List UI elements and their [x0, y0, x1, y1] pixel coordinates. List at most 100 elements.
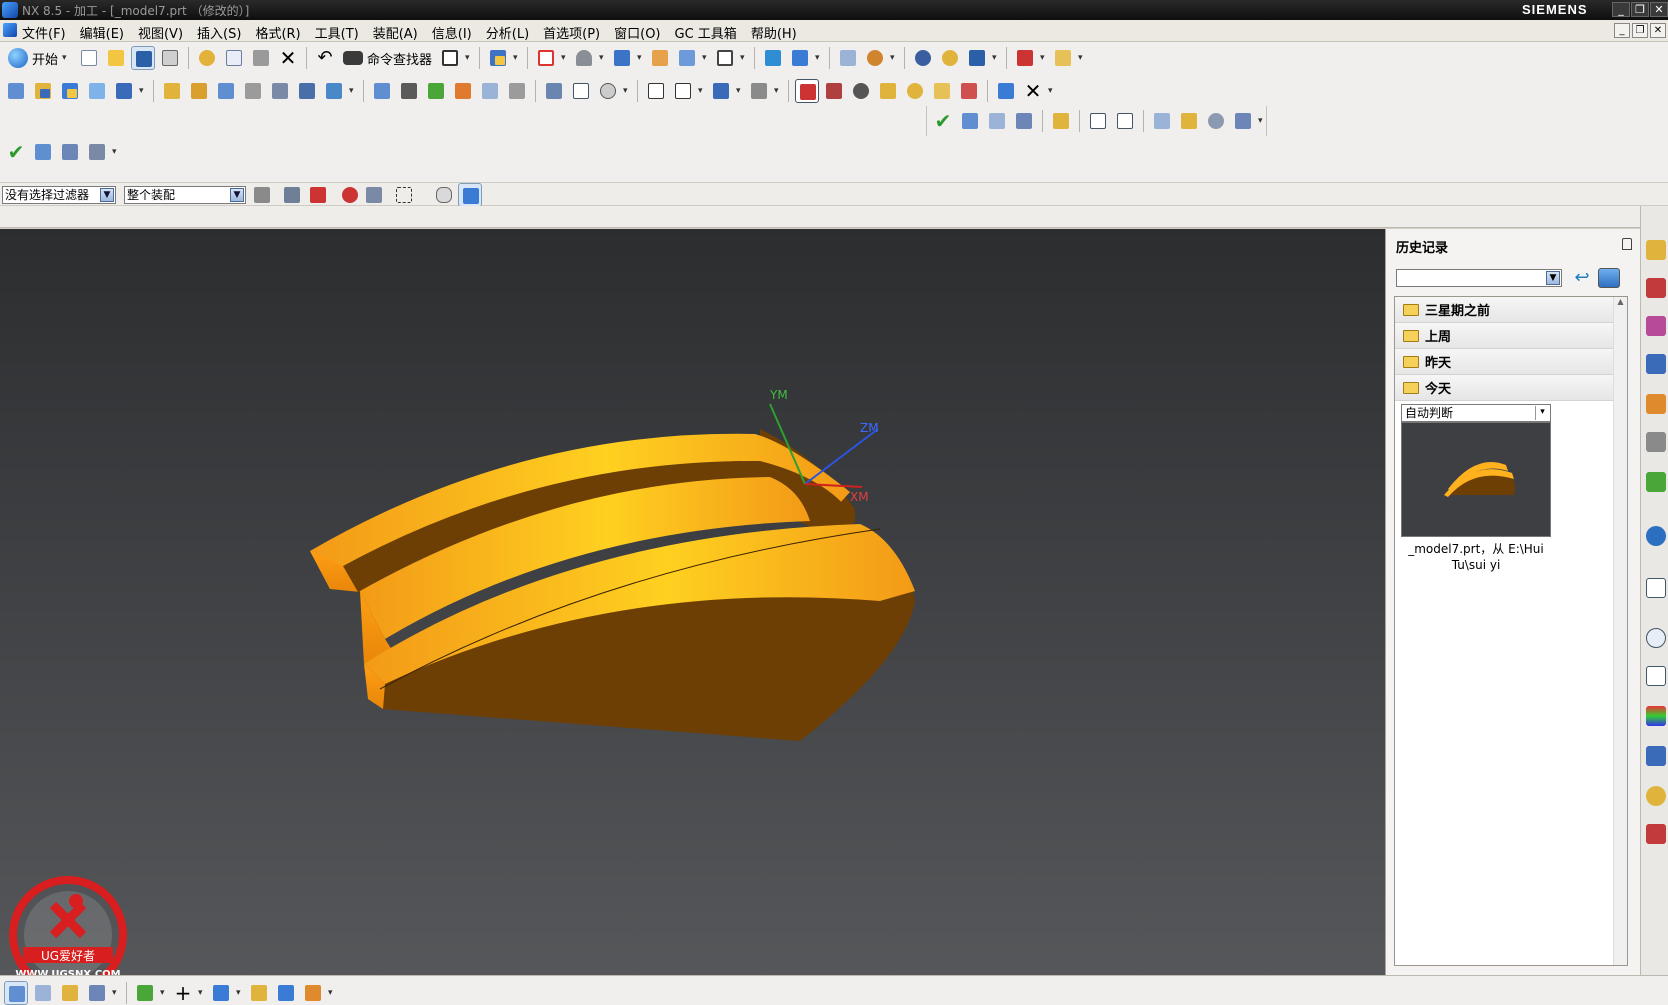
selection-scope-dropdown[interactable]: 整个装配 ▼	[124, 186, 246, 204]
history-item-card[interactable]: 自动判断 ▾ _model7.prt，从 E:\Hui Tu\sui yi	[1401, 404, 1551, 572]
shop-docs-button[interactable]	[505, 79, 529, 103]
search-part-button[interactable]	[903, 79, 927, 103]
history-group-last-week[interactable]: 上周	[1395, 323, 1627, 349]
method-view-button[interactable]	[451, 79, 475, 103]
menu-file[interactable]: 文件(F)	[22, 23, 66, 42]
roles-icon[interactable]	[1646, 786, 1666, 806]
analysis-button[interactable]	[965, 46, 989, 70]
bottom-plane-button[interactable]	[209, 981, 233, 1005]
render-style-button[interactable]	[610, 46, 634, 70]
doc-close-button[interactable]: ✕	[1650, 23, 1666, 38]
program-order-view-button[interactable]	[370, 79, 394, 103]
chevron-down-icon[interactable]: ▾	[1048, 86, 1056, 96]
op-gen-button[interactable]	[1177, 109, 1201, 133]
process-studio-icon[interactable]	[1646, 746, 1666, 766]
create-geometry-button[interactable]	[58, 79, 82, 103]
postprocess-button[interactable]	[322, 79, 346, 103]
feature-button[interactable]	[542, 79, 566, 103]
history-search-dropdown[interactable]: ▼	[1396, 269, 1562, 287]
chevron-down-icon[interactable]: ▾	[328, 988, 336, 998]
page-button[interactable]	[1113, 109, 1137, 133]
hd3d-tools-icon[interactable]	[1646, 472, 1666, 492]
point-snap-button[interactable]	[306, 183, 330, 207]
transform-button[interactable]	[644, 79, 668, 103]
copy-button[interactable]	[222, 46, 246, 70]
bottom-method-button[interactable]	[85, 981, 109, 1005]
menu-preferences[interactable]: 首选项(P)	[543, 23, 600, 42]
flag-button[interactable]	[1049, 109, 1073, 133]
chevron-down-icon[interactable]: ▾	[236, 988, 244, 998]
constraint-navigator-icon[interactable]	[1646, 278, 1666, 298]
graphics-viewport[interactable]: YM ZM XM	[0, 229, 1385, 975]
measure-length-button[interactable]	[1051, 46, 1075, 70]
document-button[interactable]	[569, 79, 593, 103]
cut-button[interactable]	[195, 46, 219, 70]
create-program-button[interactable]	[4, 79, 28, 103]
select-tool-button[interactable]	[486, 46, 510, 70]
gear-button[interactable]	[822, 79, 846, 103]
menu-gc-toolkit[interactable]: GC 工具箱	[675, 23, 737, 42]
small-table-button[interactable]	[58, 140, 82, 164]
menu-format[interactable]: 格式(R)	[255, 23, 300, 42]
minimize-button[interactable]: _	[1612, 2, 1630, 17]
bottom-block-button[interactable]	[274, 981, 298, 1005]
chevron-down-icon[interactable]: ▾	[698, 86, 706, 96]
select-face-button[interactable]	[458, 183, 482, 207]
select-arrow-button[interactable]	[671, 79, 695, 103]
menu-information[interactable]: 信息(I)	[432, 23, 472, 42]
system-materials-icon[interactable]	[1646, 666, 1666, 686]
display-button[interactable]	[709, 79, 733, 103]
bottom-feature-button[interactable]	[133, 981, 157, 1005]
new-file-button[interactable]	[77, 46, 101, 70]
menu-help[interactable]: 帮助(H)	[751, 23, 797, 42]
history-group-yesterday[interactable]: 昨天	[1395, 349, 1627, 375]
assembly-navigator-icon[interactable]	[1646, 240, 1666, 260]
chevron-down-icon[interactable]: ▾	[1040, 53, 1048, 63]
delete-toolpath-button[interactable]	[268, 79, 292, 103]
small-program-button[interactable]	[31, 140, 55, 164]
edit-section-button[interactable]	[648, 46, 672, 70]
geometry-view-button[interactable]	[424, 79, 448, 103]
accept-button[interactable]: ✔	[931, 109, 955, 133]
op-report-button[interactable]	[1231, 109, 1255, 133]
clock-button[interactable]	[596, 79, 620, 103]
history-scrollbar[interactable]: ▲	[1613, 297, 1627, 965]
op-time-button[interactable]	[1204, 109, 1228, 133]
view-tool-button[interactable]	[675, 46, 699, 70]
operation-navigator-icon[interactable]	[1646, 354, 1666, 374]
menu-view[interactable]: 视图(V)	[138, 23, 183, 42]
print-button[interactable]	[158, 46, 182, 70]
menu-app-icon[interactable]	[3, 23, 17, 37]
open-button[interactable]	[104, 46, 128, 70]
measure-angle-button[interactable]	[938, 46, 962, 70]
create-operation-button[interactable]	[112, 79, 136, 103]
display-resource-button[interactable]	[1086, 109, 1110, 133]
chevron-down-icon[interactable]: ▾	[815, 53, 823, 63]
check-button[interactable]	[478, 79, 502, 103]
brush-button[interactable]	[994, 79, 1018, 103]
save-button[interactable]	[131, 46, 156, 70]
menu-insert[interactable]: 插入(S)	[197, 23, 241, 42]
quick-pick-button[interactable]	[362, 183, 386, 207]
history-group-three-weeks[interactable]: 三星期之前	[1395, 297, 1627, 323]
layout-button[interactable]	[438, 46, 462, 70]
op-list-button[interactable]	[1150, 109, 1174, 133]
chevron-down-icon[interactable]: ▾	[774, 86, 782, 96]
chevron-down-icon[interactable]: ▾	[637, 53, 645, 63]
doc-minimize-button[interactable]: _	[1614, 23, 1630, 38]
info-toolpath-button[interactable]	[295, 79, 319, 103]
general-select-button[interactable]	[250, 183, 274, 207]
bottom-geometry-button[interactable]	[58, 981, 82, 1005]
bottom-tool-button[interactable]	[31, 981, 55, 1005]
chevron-down-icon[interactable]: ▾	[139, 86, 147, 96]
create-tool-button[interactable]	[31, 79, 55, 103]
chevron-down-icon[interactable]: ▾	[702, 53, 710, 63]
bottom-program-button[interactable]	[4, 981, 28, 1005]
chevron-down-icon[interactable]: ▾	[623, 86, 631, 96]
wcs-origin-button[interactable]	[788, 46, 812, 70]
history-tab-icon[interactable]	[1646, 578, 1666, 598]
chevron-down-icon[interactable]: ▾	[465, 53, 473, 63]
tool-orient-button[interactable]	[747, 79, 771, 103]
part-navigator-icon[interactable]	[1646, 316, 1666, 336]
chevron-down-icon[interactable]: ▾	[736, 86, 744, 96]
